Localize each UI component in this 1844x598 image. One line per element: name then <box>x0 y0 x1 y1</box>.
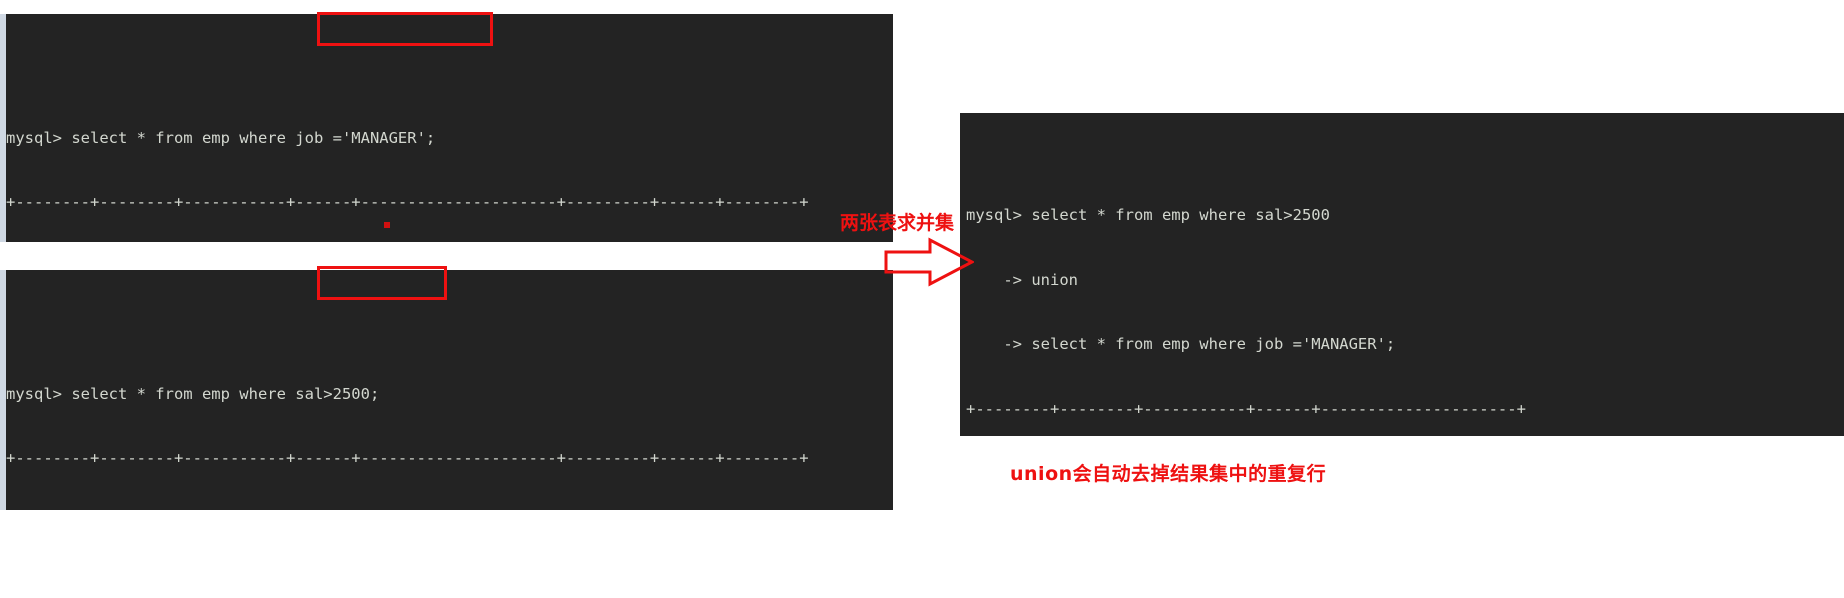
terminal-line: -> select * from emp where job ='MANAGER… <box>966 335 1396 353</box>
terminal-line: -> union <box>966 270 1078 289</box>
union-annotation-label: 两张表求并集 <box>840 212 955 234</box>
mysql-manager-query-panel[interactable]: mysql> select * from emp where job ='MAN… <box>0 14 893 242</box>
terminal-line: mysql> select * from emp where job ='MAN… <box>6 128 436 147</box>
union-dedup-caption: union会自动去掉结果集中的重复行 <box>1010 463 1327 485</box>
mysql-union-query-panel[interactable]: mysql> select * from emp where sal>2500 … <box>960 113 1844 436</box>
panel-left-accent-bar <box>0 14 6 242</box>
panel-left-accent-bar <box>0 270 6 510</box>
terminal-line: +--------+--------+-----------+------+--… <box>6 449 809 467</box>
terminal-line: +--------+--------+-----------+------+--… <box>966 399 1526 418</box>
red-dot-marker <box>384 222 390 228</box>
mysql-sal-query-panel[interactable]: mysql> select * from emp where sal>2500;… <box>0 270 893 510</box>
red-arrow-icon <box>884 237 974 287</box>
terminal-line: mysql> select * from emp where sal>2500; <box>6 384 380 403</box>
terminal-line: +--------+--------+-----------+------+--… <box>6 193 809 211</box>
terminal-line: mysql> select * from emp where sal>2500 <box>966 206 1330 224</box>
